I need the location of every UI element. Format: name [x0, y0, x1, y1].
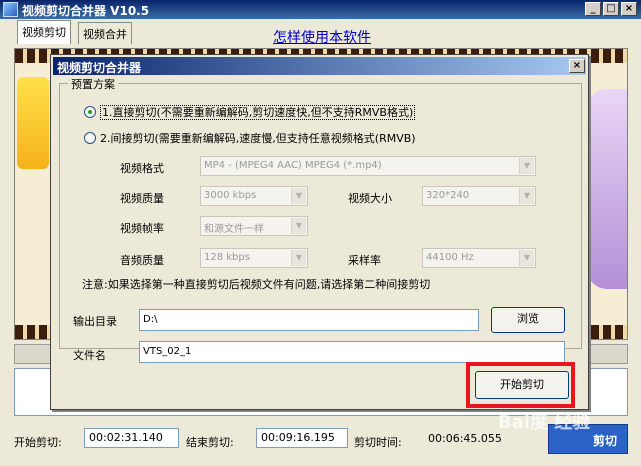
radio-indirect-cut[interactable] [84, 132, 96, 144]
video-size-label: 视频大小 [348, 192, 392, 205]
sample-rate-label: 采样率 [348, 254, 381, 267]
maximize-button[interactable]: □ [603, 2, 619, 16]
main-window: 视频剪切合并器 V10.5 _ □ × 视频剪切 视频合并 怎样使用本软件 开始… [0, 0, 641, 466]
window-title: 视频剪切合并器 V10.5 [22, 4, 150, 18]
dialog-titlebar: 视频剪切合并器 × [53, 57, 586, 75]
warning-note: 注意:如果选择第一种直接剪切后视频文件有问题,请选择第二种间接剪切 [82, 278, 431, 291]
export-dialog: 视频剪切合并器 × 预置方案 1.直接剪切(不需要重新编解码,剪切速度快,但不支… [50, 54, 589, 410]
preset-group-title: 预置方案 [68, 76, 118, 92]
watermark-logo: Bai度 经验 [498, 412, 591, 433]
close-button[interactable]: × [621, 2, 637, 16]
option-indirect-cut[interactable]: 2.间接剪切(需要重新编解码,速度慢,但支持任意视频格式(RMVB) [84, 130, 416, 146]
option-indirect-cut-label: 2.间接剪切(需要重新编解码,速度慢,但支持任意视频格式(RMVB) [100, 132, 416, 145]
duration-label: 剪切时间: [354, 436, 402, 449]
start-cut-label: 开始剪切: [14, 436, 62, 449]
video-size-value: 320*240 [426, 190, 470, 201]
chevron-down-icon: ▼ [519, 250, 534, 266]
chevron-down-icon: ▼ [519, 188, 534, 204]
video-quality-value: 3000 kbps [204, 190, 257, 201]
tab-video-cut[interactable]: 视频剪切 [17, 20, 71, 44]
chevron-down-icon: ▼ [291, 188, 306, 204]
video-quality-label: 视频质量 [120, 192, 164, 205]
video-format-value: MP4 - (MPEG4 AAC) MPEG4 (*.mp4) [204, 160, 382, 171]
filename-label: 文件名 [73, 349, 106, 362]
sample-rate-value: 44100 Hz [426, 252, 474, 263]
radio-direct-cut[interactable] [84, 106, 96, 118]
main-titlebar: 视频剪切合并器 V10.5 _ □ × [0, 0, 641, 19]
highlight-annotation [466, 362, 575, 408]
output-dir-label: 输出目录 [73, 315, 117, 328]
video-size-select[interactable]: 320*240 ▼ [422, 186, 536, 206]
video-format-select[interactable]: MP4 - (MPEG4 AAC) MPEG4 (*.mp4) ▼ [200, 156, 536, 176]
video-quality-select[interactable]: 3000 kbps ▼ [200, 186, 308, 206]
duration-value: 00:06:45.055 [428, 432, 502, 445]
app-icon [3, 2, 18, 17]
video-format-label: 视频格式 [120, 162, 164, 175]
audio-quality-label: 音频质量 [120, 254, 164, 267]
option-direct-cut[interactable]: 1.直接剪切(不需要重新编解码,剪切速度快,但不支持RMVB格式) [84, 104, 416, 120]
help-link[interactable]: 怎样使用本软件 [273, 27, 371, 47]
end-cut-label: 结束剪切: [186, 436, 234, 449]
audio-quality-value: 128 kbps [204, 252, 250, 263]
start-time-field[interactable]: 00:02:31.140 [84, 428, 179, 448]
video-fps-select[interactable]: 和源文件一样 ▼ [200, 216, 308, 236]
preview-figure-left [17, 77, 49, 169]
dialog-close-button[interactable]: × [569, 59, 585, 73]
browse-button[interactable]: 浏览 [491, 307, 565, 333]
preview-figure-right [587, 89, 627, 289]
video-fps-label: 视频帧率 [120, 222, 164, 235]
chevron-down-icon: ▼ [291, 250, 306, 266]
filename-input[interactable]: VTS_02_1 [139, 341, 565, 363]
tab-video-merge[interactable]: 视频合并 [78, 22, 132, 44]
audio-quality-select[interactable]: 128 kbps ▼ [200, 248, 308, 268]
dialog-title: 视频剪切合并器 [57, 61, 142, 75]
option-direct-cut-label: 1.直接剪切(不需要重新编解码,剪切速度快,但不支持RMVB格式) [100, 105, 416, 120]
video-fps-value: 和源文件一样 [204, 224, 264, 235]
chevron-down-icon: ▼ [519, 158, 534, 174]
sample-rate-select[interactable]: 44100 Hz ▼ [422, 248, 536, 268]
minimize-button[interactable]: _ [585, 2, 601, 16]
output-dir-input[interactable]: D:\ [139, 309, 479, 331]
end-time-field[interactable]: 00:09:16.195 [256, 428, 348, 448]
chevron-down-icon: ▼ [291, 218, 306, 234]
